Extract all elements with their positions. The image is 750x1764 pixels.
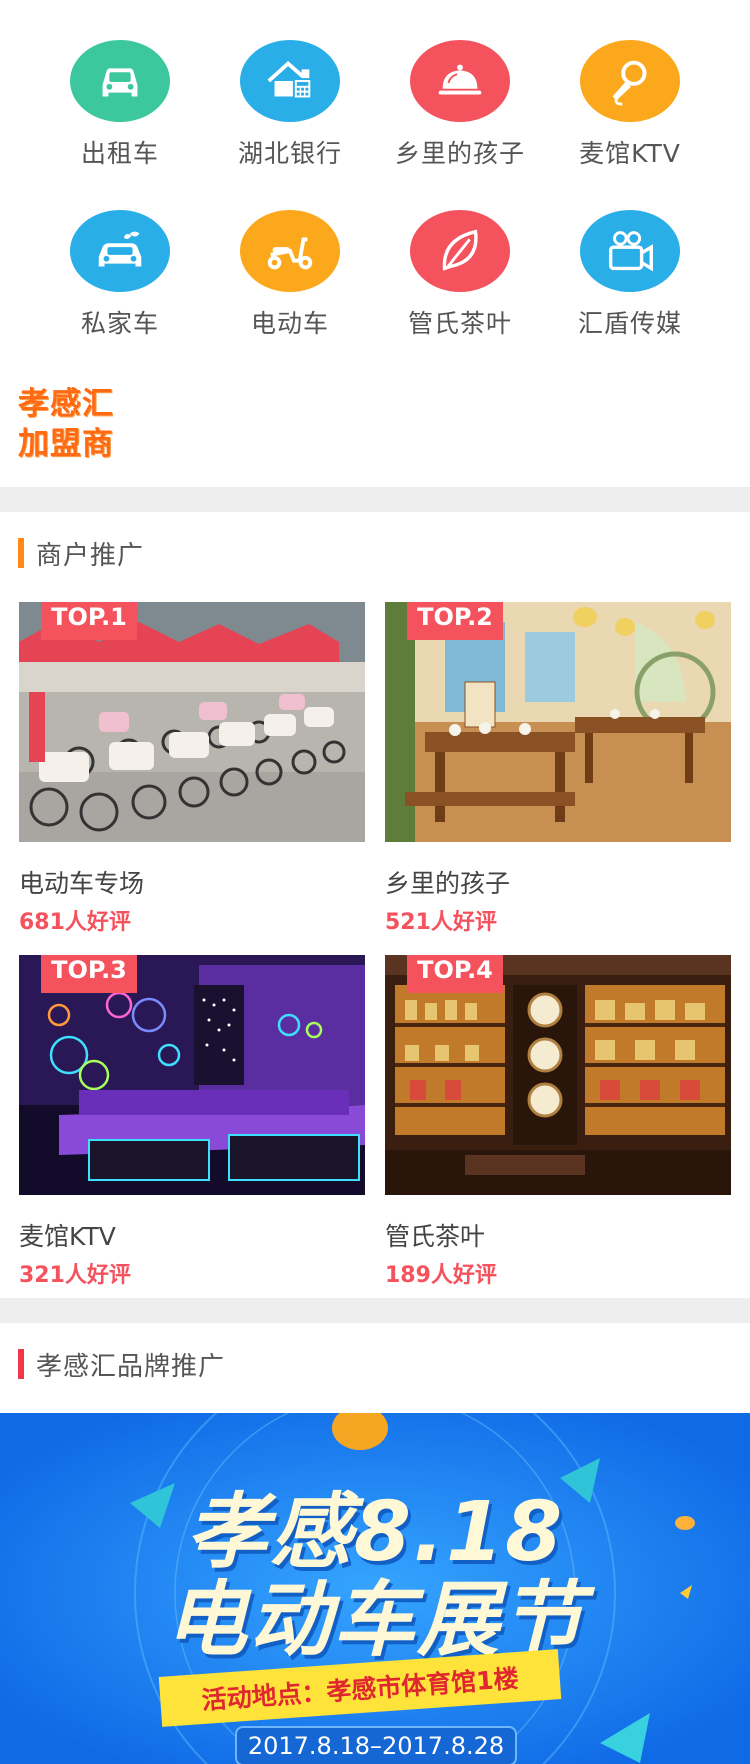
rank-badge: TOP.2 — [407, 602, 503, 640]
category-label: 麦馆KTV — [579, 139, 681, 168]
merchant-name: 乡里的孩子 — [385, 869, 511, 898]
category-xiangli[interactable]: 乡里的孩子 — [375, 0, 545, 170]
section-divider — [0, 1298, 750, 1323]
merchant-card[interactable]: TOP.1 电动车专场 681人好评 — [19, 602, 365, 936]
section-divider — [0, 487, 750, 512]
franchise-line2: 加盟商 — [18, 426, 114, 462]
rank-badge: TOP.3 — [41, 955, 137, 993]
electric-bikes-photo: TOP.1 — [19, 602, 365, 842]
category-label: 私家车 — [80, 309, 159, 338]
promo-banner[interactable]: 孝感8.18 电动车展节 活动地点：孝感市体育馆1楼 2017.8.18–201… — [0, 1413, 750, 1764]
ktv-photo: TOP.3 — [19, 955, 365, 1195]
category-label: 管氏茶叶 — [407, 309, 512, 338]
category-label: 湖北银行 — [237, 139, 342, 168]
merchant-reviews: 189人好评 — [385, 1263, 497, 1288]
category-private-car[interactable]: 私家车 — [35, 170, 205, 340]
merchant-reviews: 681人好评 — [19, 910, 131, 935]
category-label: 出租车 — [80, 139, 159, 168]
category-taxi[interactable]: 出租车 — [35, 0, 205, 170]
section-bar — [18, 538, 24, 568]
category-tea[interactable]: 管氏茶叶 — [375, 170, 545, 340]
merchant-card[interactable]: TOP.3 麦馆KTV 321人好评 — [19, 955, 365, 1289]
section-bar — [18, 1349, 24, 1379]
franchise-line1: 孝感汇 — [18, 386, 114, 422]
microphone-icon — [580, 40, 680, 122]
merchant-card[interactable]: TOP.4 管氏茶叶 189人好评 — [385, 955, 731, 1289]
merchant-card[interactable]: TOP.2 乡里的孩子 521人好评 — [385, 602, 731, 936]
category-label: 电动车 — [250, 309, 329, 338]
category-ktv[interactable]: 麦馆KTV — [545, 0, 715, 170]
section-title: 商户推广 — [36, 540, 145, 571]
video-camera-icon — [580, 210, 680, 292]
category-ebike[interactable]: 电动车 — [205, 170, 375, 340]
category-grid: 出租车 湖北银行 乡里的孩子 麦馆KTV 私家车 电动车 管氏茶叶 汇盾传媒 — [0, 0, 750, 352]
merchant-section-header: 商户推广 — [18, 537, 145, 571]
rank-badge: TOP.4 — [407, 955, 503, 993]
franchise-logo[interactable]: 孝感汇 加盟商 — [18, 384, 138, 464]
taxi-icon — [70, 40, 170, 122]
rank-badge: TOP.1 — [41, 602, 137, 640]
banner-dates: 2017.8.18–2017.8.28 — [235, 1726, 517, 1764]
category-media[interactable]: 汇盾传媒 — [545, 170, 715, 340]
merchant-reviews: 521人好评 — [385, 910, 497, 935]
merchant-name: 管氏茶叶 — [385, 1222, 486, 1251]
banner-title-line2: 电动车展节 — [165, 1573, 585, 1668]
cloche-icon — [410, 40, 510, 122]
merchant-name: 电动车专场 — [19, 869, 145, 898]
category-bank[interactable]: 湖北银行 — [205, 0, 375, 170]
merchant-reviews: 321人好评 — [19, 1263, 131, 1288]
tea-shop-photo: TOP.4 — [385, 955, 731, 1195]
scooter-icon — [240, 210, 340, 292]
restaurant-photo: TOP.2 — [385, 602, 731, 842]
bank-icon — [240, 40, 340, 122]
leaf-icon — [410, 210, 510, 292]
category-label: 汇盾传媒 — [577, 309, 682, 338]
merchant-name: 麦馆KTV — [19, 1222, 116, 1251]
section-title: 孝感汇品牌推广 — [36, 1351, 226, 1382]
car-icon — [70, 210, 170, 292]
brand-section-header: 孝感汇品牌推广 — [18, 1348, 226, 1382]
category-label: 乡里的孩子 — [394, 139, 525, 168]
